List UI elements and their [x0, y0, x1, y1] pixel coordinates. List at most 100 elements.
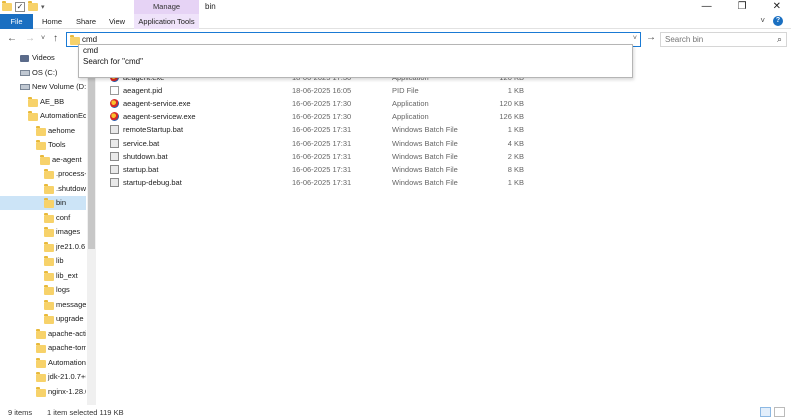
batch-file-icon	[110, 164, 119, 174]
tab-application-tools[interactable]: Application Tools	[134, 14, 199, 29]
folder-icon	[36, 328, 46, 339]
sidebar-item-label: lib	[56, 256, 64, 265]
autocomplete-item[interactable]: Search for "cmd"	[79, 56, 632, 67]
go-button[interactable]: →	[646, 32, 656, 43]
up-button[interactable]: ↑	[53, 33, 58, 44]
folder-icon	[44, 285, 54, 295]
sidebar-item-label: messages	[56, 299, 86, 309]
customize-toolbar-icon[interactable]: ▾	[41, 3, 45, 11]
sidebar-item[interactable]: images	[0, 225, 86, 239]
sidebar-item[interactable]: jdk-21.0.7+6	[0, 370, 86, 384]
autocomplete-item[interactable]: cmd	[79, 45, 632, 56]
folder-icon	[36, 372, 46, 382]
sidebar-item[interactable]: Videos	[0, 51, 86, 65]
close-button[interactable]: ✕	[773, 1, 781, 12]
sidebar-item[interactable]: logs	[0, 283, 86, 297]
sidebar-item[interactable]: jre21.0.6	[0, 240, 86, 254]
sidebar-item[interactable]: nginx-1.28.0	[0, 385, 86, 399]
file-type: Application	[392, 99, 429, 109]
scrollbar-thumb[interactable]	[88, 59, 95, 249]
file-type: Windows Batch File	[392, 151, 458, 161]
file-type: Windows Batch File	[392, 138, 458, 148]
sidebar-item[interactable]: AE_BB	[0, 95, 86, 109]
file-size: 120 KB	[499, 99, 524, 109]
file-list: aeagent.exe18-06-2025 17:30Application12…	[100, 49, 791, 405]
folder-icon	[44, 212, 54, 223]
title-bar: ✓ ▾ Manage bin — ❐ ✕	[0, 0, 791, 14]
sidebar-scrollbar[interactable]	[87, 49, 96, 405]
properties-icon[interactable]: ✓	[15, 2, 25, 12]
sidebar-item[interactable]: AutomationEdge	[0, 109, 86, 123]
sidebar-item[interactable]: .shutdown	[0, 182, 86, 196]
batch-file-icon	[110, 125, 119, 135]
tab-file[interactable]: File	[0, 14, 33, 29]
sidebar-item-label: AutomationEd	[48, 357, 86, 367]
search-input[interactable]	[665, 34, 765, 45]
file-type: PID File	[392, 86, 419, 96]
file-row[interactable]: shutdown.bat 16-06-2025 17:31 Windows Batc…	[107, 150, 527, 163]
sidebar-item[interactable]: lib	[0, 254, 86, 268]
sidebar-item[interactable]: apache-activ	[0, 327, 86, 341]
file-size: 8 KB	[507, 164, 524, 174]
ribbon-tabs: File Home Share View Application Tools ˅…	[0, 14, 791, 29]
tab-view[interactable]: View	[105, 14, 129, 29]
sidebar-item[interactable]: apache-tom	[0, 341, 86, 355]
file-type: Windows Batch File	[392, 164, 458, 174]
sidebar-item[interactable]: ae-agent	[0, 153, 86, 167]
sidebar-item-label: jre21.0.6	[56, 241, 86, 251]
sidebar-item[interactable]: bin	[0, 196, 86, 210]
folder-icon	[44, 198, 54, 208]
large-icons-view-button[interactable]	[774, 407, 785, 417]
sidebar-item[interactable]: upgrade	[0, 312, 86, 326]
file-name: aeagent-service.exe	[123, 99, 191, 109]
maximize-button[interactable]: ❐	[738, 1, 747, 12]
sidebar-item[interactable]: aehome	[0, 124, 86, 138]
file-name: aeagent.pid	[123, 86, 163, 96]
folder-icon	[36, 140, 46, 150]
batch-file-icon	[110, 151, 119, 161]
folder-icon	[28, 96, 38, 107]
search-icon[interactable]: ⌕	[777, 34, 782, 45]
tab-home[interactable]: Home	[38, 14, 66, 29]
file-row[interactable]: aeagent-service.exe 16-06-2025 17:30 Appli…	[107, 97, 527, 110]
sidebar-item[interactable]: OS (C:)	[0, 66, 86, 80]
help-icon[interactable]: ?	[773, 16, 783, 26]
tab-share[interactable]: Share	[72, 14, 100, 29]
file-size: 1 KB	[507, 177, 524, 187]
sidebar-item[interactable]: New Volume (D:)	[0, 80, 86, 94]
sidebar-item[interactable]: lib_ext	[0, 269, 86, 283]
file-size: 1 KB	[507, 125, 524, 135]
sidebar-item-label: Videos	[32, 53, 55, 62]
folder-icon	[2, 1, 12, 11]
file-size: 2 KB	[507, 151, 524, 161]
new-folder-icon[interactable]	[28, 1, 38, 11]
sidebar-item-label: New Volume (D:)	[32, 82, 86, 91]
file-row[interactable]: aeagent.pid 18-06-2025 16:05 PID File 1 KB	[107, 84, 527, 97]
file-name: aeagent-servicew.exe	[123, 112, 196, 122]
search-box[interactable]: ⌕	[660, 32, 787, 47]
file-name: startup-debug.bat	[123, 177, 182, 187]
file-row[interactable]: service.bat 16-06-2025 17:31 Windows Batch…	[107, 137, 527, 150]
folder-icon	[44, 169, 54, 179]
minimize-button[interactable]: —	[702, 1, 712, 12]
expand-ribbon-icon[interactable]: ˅	[760, 16, 765, 26]
details-view-button[interactable]	[760, 407, 771, 417]
forward-button[interactable]: →	[25, 33, 35, 44]
video-icon	[20, 55, 29, 62]
file-type: Windows Batch File	[392, 125, 458, 135]
recent-locations-icon[interactable]: ˅	[41, 35, 45, 42]
back-button[interactable]: ←	[7, 33, 17, 44]
file-row[interactable]: startup.bat 16-06-2025 17:31 Windows Batch…	[107, 163, 527, 176]
file-date: 16-06-2025 17:30	[292, 112, 352, 122]
sidebar-item[interactable]: messages	[0, 298, 86, 312]
sidebar-item-label: upgrade	[56, 314, 84, 323]
sidebar-item[interactable]: Tools	[0, 138, 86, 152]
address-dropdown-icon[interactable]: ˅	[633, 35, 637, 42]
file-row[interactable]: aeagent-servicew.exe 16-06-2025 17:30 Appl…	[107, 110, 527, 123]
sidebar-item[interactable]: .process-st	[0, 167, 86, 181]
file-row[interactable]: startup-debug.bat 16-06-2025 17:31 Windows…	[107, 176, 527, 189]
sidebar-item[interactable]: conf	[0, 211, 86, 225]
folder-icon	[36, 125, 46, 136]
file-row[interactable]: remoteStartup.bat 16-06-2025 17:31 Windows…	[107, 123, 527, 136]
sidebar-item[interactable]: AutomationEd	[0, 356, 86, 370]
